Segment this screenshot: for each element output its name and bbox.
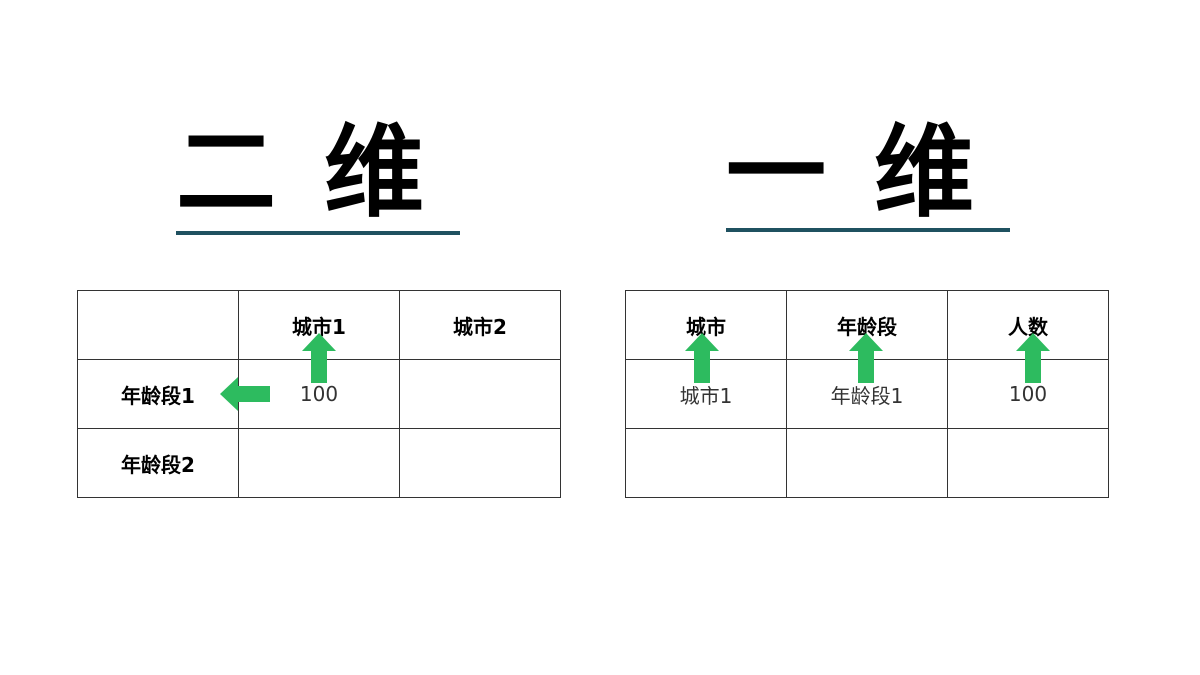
arrow-up-icon	[849, 333, 883, 383]
table-cell-empty	[625, 428, 787, 498]
arrow-up-icon	[302, 333, 336, 383]
table-cell-corner	[77, 290, 239, 360]
table-cell-empty	[947, 428, 1109, 498]
arrow-up-icon	[1016, 333, 1050, 383]
arrow-left-icon	[220, 377, 270, 411]
table-cell-empty	[786, 428, 948, 498]
column-header-city2: 城市2	[399, 290, 561, 360]
arrow-up-icon	[685, 333, 719, 383]
row-header-age1: 年龄段1	[77, 359, 239, 429]
two-dimension-table: 城市1 城市2 年龄段1 100 年龄段2	[77, 290, 561, 498]
table-cell-empty	[238, 428, 400, 498]
title-one-dimension: 一维	[726, 114, 1022, 231]
table-cell-empty	[399, 428, 561, 498]
table-cell-empty	[399, 359, 561, 429]
table-row: 年龄段2	[77, 428, 561, 498]
title-underline-left	[176, 231, 460, 235]
table-row	[625, 428, 1109, 498]
row-header-age2: 年龄段2	[77, 428, 239, 498]
title-underline-right	[726, 228, 1010, 232]
one-dimension-table: 城市 年龄段 人数 城市1 年龄段1 100	[625, 290, 1109, 498]
title-two-dimension: 二维	[176, 114, 472, 231]
